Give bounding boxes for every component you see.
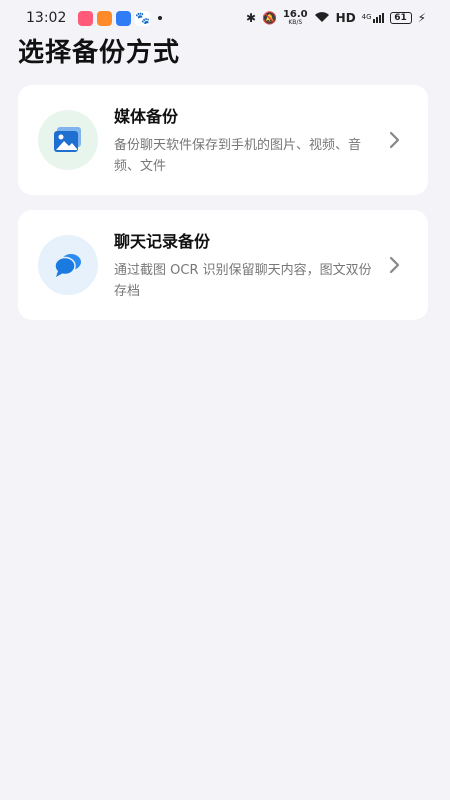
- net-speed: 16.0 KB/S: [283, 10, 308, 26]
- chat-icon-container: [38, 235, 98, 295]
- chat-bubbles-icon: [54, 254, 81, 277]
- battery-icon: 61: [389, 12, 412, 24]
- more-notifications-dot: [158, 16, 163, 20]
- media-backup-text: 媒体备份 备份聊天软件保存到手机的图片、视频、音频、文件: [114, 103, 382, 177]
- status-bar-left: 13:02 🐾: [26, 10, 163, 26]
- app-notification-icon: [97, 10, 113, 26]
- net-speed-unit: KB/S: [288, 19, 303, 26]
- network-type-label: 4G: [361, 13, 372, 21]
- chat-backup-title: 聊天记录备份: [114, 232, 211, 251]
- media-backup-option[interactable]: 媒体备份 备份聊天软件保存到手机的图片、视频、音频、文件: [18, 85, 428, 195]
- media-backup-description: 备份聊天软件保存到手机的图片、视频、音频、文件: [114, 138, 362, 174]
- status-time: 13:02: [26, 10, 67, 26]
- charging-icon: ⚡: [417, 11, 426, 25]
- image-icon: [54, 127, 81, 152]
- chevron-right-icon: [382, 250, 408, 280]
- app-notification-icon: [116, 10, 132, 26]
- chat-backup-description: 通过截图 OCR 识别保留聊天内容，图文双份存档: [114, 263, 372, 299]
- bluetooth-icon: ✱: [245, 11, 257, 25]
- status-bar-right: ✱ 🔕 16.0 KB/S HD 4G 61 ⚡: [246, 10, 426, 26]
- app-notification-icon: [78, 10, 94, 26]
- chat-history-backup-option[interactable]: 聊天记录备份 通过截图 OCR 识别保留聊天内容，图文双份存档: [18, 210, 428, 320]
- status-bar: 13:02 🐾 ✱ 🔕 16.0 KB/S HD 4G 61 ⚡: [0, 0, 450, 36]
- signal-icon: 4G: [362, 13, 384, 23]
- hd-label: HD: [335, 11, 356, 25]
- chevron-right-icon: [382, 125, 408, 155]
- wifi-icon: [314, 11, 330, 26]
- media-icon-container: [38, 110, 98, 170]
- paw-icon: 🐾: [135, 10, 151, 26]
- mute-icon: 🔕: [262, 11, 277, 25]
- page-title: 选择备份方式: [18, 38, 181, 68]
- battery-level: 61: [394, 13, 407, 23]
- chat-backup-text: 聊天记录备份 通过截图 OCR 识别保留聊天内容，图文双份存档: [114, 228, 382, 302]
- media-backup-title: 媒体备份: [114, 107, 179, 126]
